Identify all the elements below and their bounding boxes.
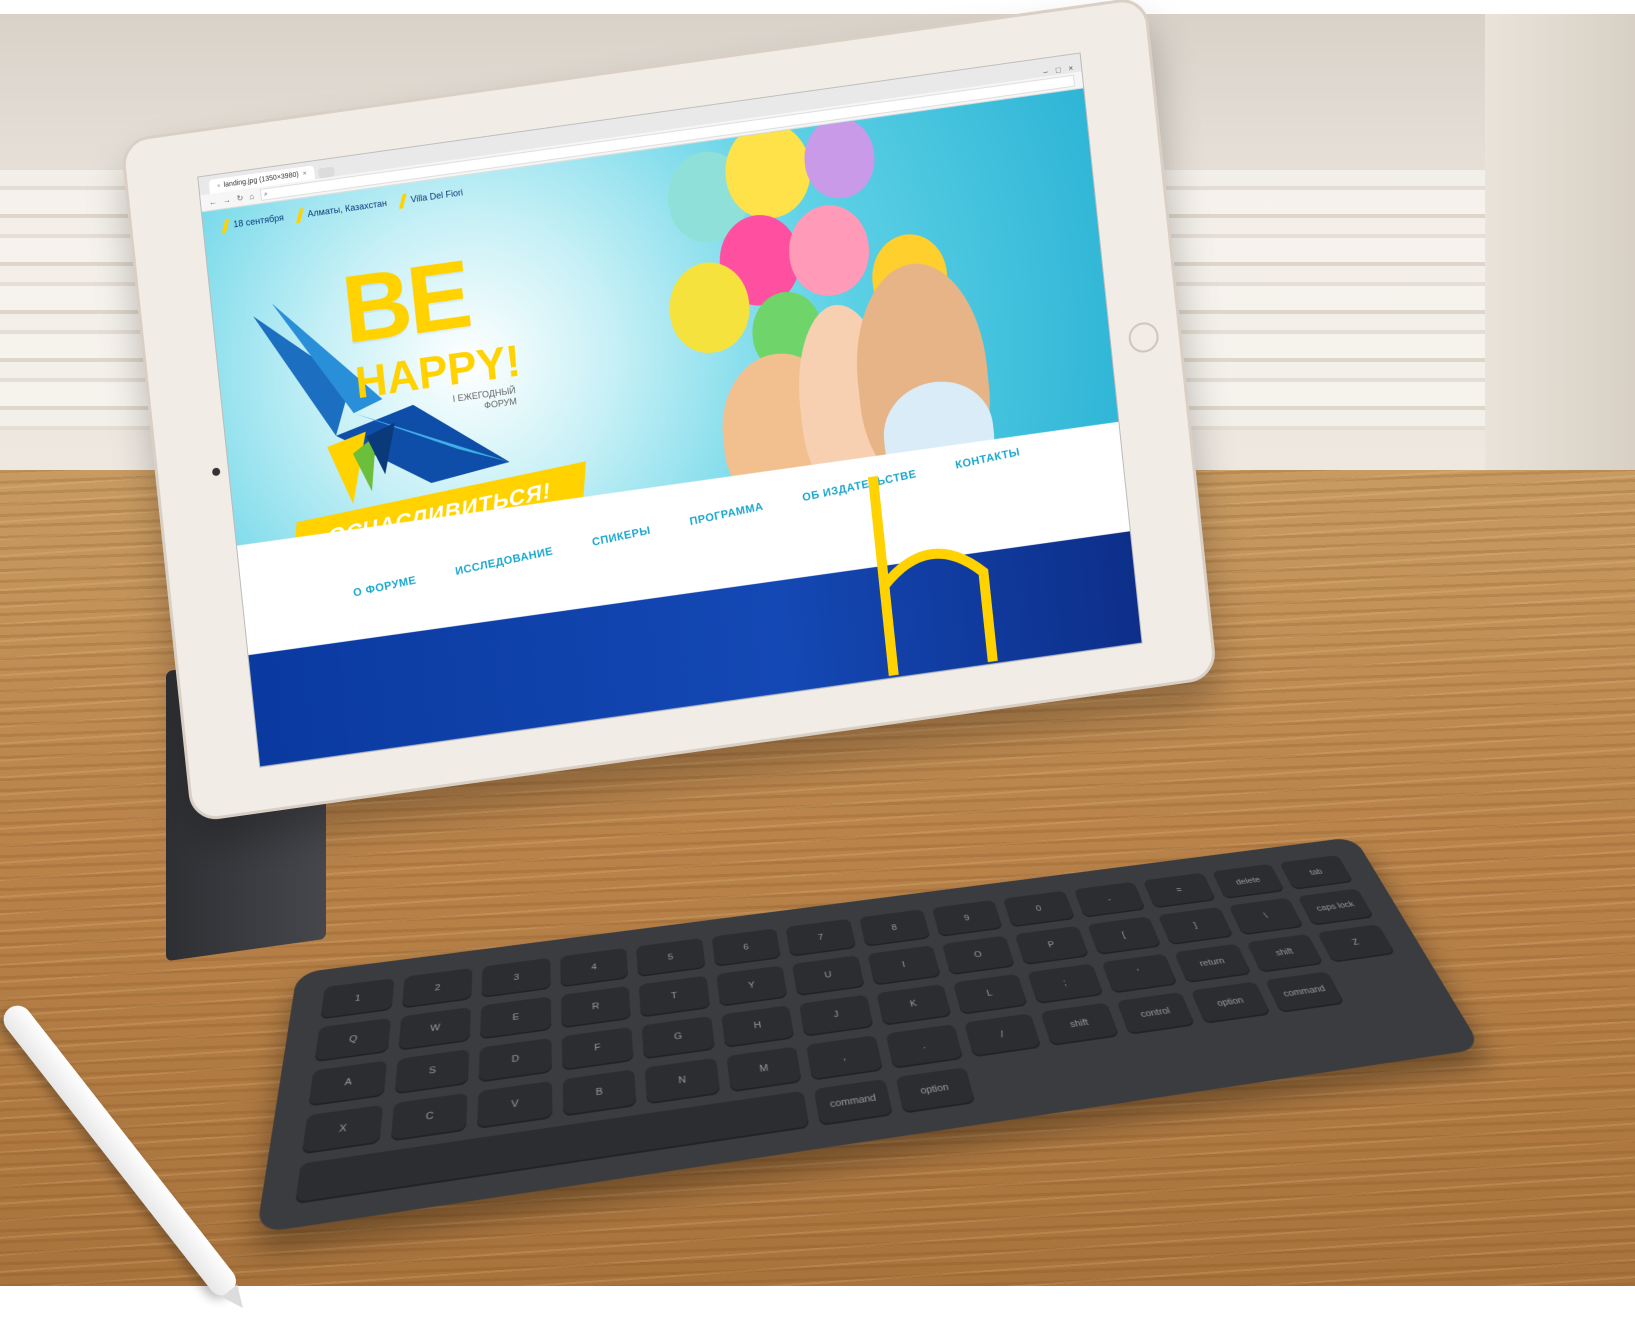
keyboard-key[interactable]: option: [895, 1066, 976, 1114]
keyboard-key[interactable]: K: [876, 983, 952, 1026]
keyboard-key[interactable]: W: [397, 1007, 472, 1051]
forward-icon[interactable]: →: [222, 195, 231, 205]
keyboard-key[interactable]: 2: [401, 967, 473, 1009]
keyboard-key[interactable]: X: [301, 1104, 383, 1155]
screen: ▫ landing.jpg (1350×3980) × – □ × ← → ↻ …: [197, 52, 1143, 768]
keyboard-key[interactable]: ]: [1158, 907, 1234, 945]
back-icon[interactable]: ←: [208, 197, 217, 207]
keyboard-key[interactable]: delete: [1211, 863, 1286, 900]
keyboard-key[interactable]: ': [1101, 953, 1179, 994]
home-icon[interactable]: ⌂: [249, 191, 255, 201]
keyboard-key[interactable]: I: [867, 945, 941, 986]
close-window-icon[interactable]: ×: [1068, 64, 1074, 74]
keyboard-key[interactable]: O: [941, 935, 1016, 976]
keyboard-key[interactable]: \: [1228, 897, 1305, 936]
keyboard-key[interactable]: A: [308, 1060, 387, 1107]
keyboard-key[interactable]: 5: [636, 937, 706, 978]
keyboard-key[interactable]: command: [1264, 971, 1346, 1013]
nav-item-about[interactable]: О ФОРУМЕ: [352, 574, 417, 599]
pencil-tip: [221, 1284, 251, 1315]
keyboard-key[interactable]: B: [562, 1069, 637, 1117]
keyboard-key[interactable]: L: [952, 973, 1029, 1016]
keyboard-key[interactable]: J: [799, 994, 874, 1037]
keyboard-key[interactable]: V: [477, 1081, 553, 1129]
page-icon: ▫: [216, 182, 221, 190]
event-city: Алматы, Казахстан: [295, 197, 388, 224]
keyboard-key[interactable]: N: [644, 1057, 721, 1105]
keyboard-key[interactable]: shift: [1245, 933, 1325, 973]
keyboard-key[interactable]: S: [394, 1048, 470, 1095]
search-icon: ⌕: [263, 190, 269, 199]
keyboard-key[interactable]: F: [561, 1026, 634, 1072]
keyboard-key[interactable]: option: [1190, 981, 1271, 1024]
keyboard-key[interactable]: C: [390, 1092, 468, 1142]
ipad: ▫ landing.jpg (1350×3980) × – □ × ← → ↻ …: [120, 0, 1218, 823]
keyboard-key[interactable]: D: [478, 1037, 552, 1083]
keyboard-key[interactable]: 8: [859, 909, 931, 948]
balloon: [800, 113, 879, 203]
close-icon[interactable]: ×: [302, 170, 307, 178]
keyboard-key[interactable]: .: [885, 1024, 963, 1069]
keyboard-key[interactable]: 6: [711, 928, 782, 968]
keyboard-key[interactable]: =: [1142, 872, 1217, 909]
keyboard-key[interactable]: Z: [1317, 924, 1396, 963]
keyboard-key[interactable]: 4: [559, 947, 629, 988]
keyboard-key[interactable]: H: [721, 1004, 795, 1049]
keyboard-key[interactable]: command: [814, 1078, 894, 1126]
wall-corner: [1485, 14, 1635, 534]
keyboard-key[interactable]: 0: [1002, 890, 1076, 928]
camera-dot: [211, 467, 221, 477]
home-button[interactable]: [1127, 320, 1161, 355]
keyboard-key[interactable]: [: [1086, 916, 1162, 955]
keyboard-key[interactable]: 9: [931, 899, 1004, 938]
keyboard-key[interactable]: shift: [1040, 1002, 1120, 1046]
keyboard-key[interactable]: return: [1174, 943, 1252, 984]
keyboard-key[interactable]: M: [726, 1046, 803, 1093]
keyboard-key[interactable]: ;: [1027, 963, 1104, 1005]
keyboard-key[interactable]: T: [638, 975, 711, 1018]
h-letter-logo-icon: [867, 475, 998, 677]
event-date: 18 сентября: [221, 211, 285, 234]
keyboard-key[interactable]: /: [963, 1013, 1042, 1058]
event-venue: Villa Del Fiori: [398, 186, 464, 209]
nav-item-speakers[interactable]: СПИКЕРЫ: [591, 525, 651, 549]
balloon: [784, 200, 874, 301]
keyboard-key[interactable]: control: [1116, 992, 1196, 1035]
keyboard-key[interactable]: ,: [806, 1035, 884, 1081]
keyboard-key[interactable]: tab: [1279, 855, 1354, 891]
minimize-icon[interactable]: –: [1043, 67, 1048, 77]
keyboard-key[interactable]: R: [560, 986, 632, 1029]
keyboard-key[interactable]: 7: [785, 918, 857, 958]
keyboard-key[interactable]: -: [1073, 881, 1147, 919]
keyboard-key[interactable]: caps lock: [1297, 888, 1375, 926]
keyboard-key[interactable]: 1: [320, 978, 395, 1020]
nav-item-research[interactable]: ИССЛЕДОВАНИЕ: [454, 545, 554, 578]
reload-icon[interactable]: ↻: [236, 193, 244, 203]
keyboard-key[interactable]: Y: [716, 965, 788, 1007]
nav-item-program[interactable]: ПРОГРАММА: [689, 501, 765, 528]
keyboard-key[interactable]: E: [480, 996, 552, 1040]
maximize-icon[interactable]: □: [1055, 65, 1061, 75]
keyboard-key[interactable]: Q: [314, 1018, 391, 1063]
keyboard-key[interactable]: 3: [481, 957, 551, 999]
keyboard-key[interactable]: G: [641, 1015, 715, 1060]
keyboard-key[interactable]: U: [792, 955, 865, 996]
keyboard-key[interactable]: P: [1014, 926, 1090, 965]
title-be: BE: [337, 240, 473, 365]
